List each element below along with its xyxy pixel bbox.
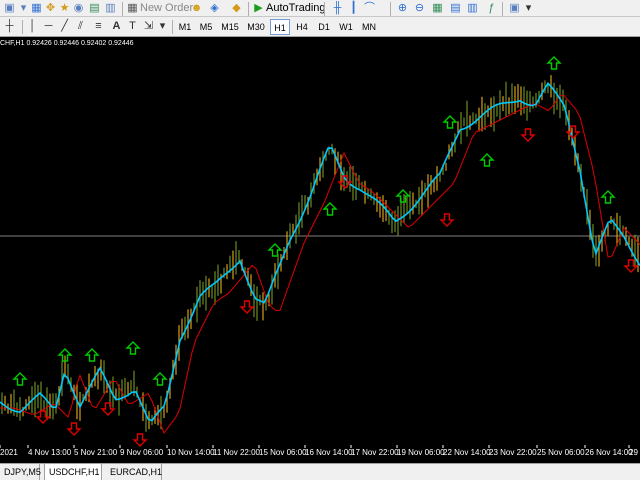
slow-moving-average-line: [0, 94, 640, 435]
toolbar-separator: [172, 20, 173, 34]
profiles-icon[interactable]: ▦: [30, 2, 43, 15]
tf-w1[interactable]: W1: [336, 19, 356, 35]
time-axis-label: 25 Nov 06:00: [537, 448, 585, 457]
chart-shift-icon[interactable]: ▤: [449, 2, 462, 15]
bar-chart-icon[interactable]: ╫: [331, 2, 344, 15]
chart-tab-active[interactable]: USDCHF,H1: [44, 464, 102, 480]
drawing-toolbar: ┼ │ ─ ╱ ⫽ ≡ A T ⇲ ▾ M1 M5 M15 M30 H1 H4 …: [0, 17, 640, 37]
time-axis-label: 11 Nov 22:00: [213, 448, 261, 457]
crosshair-tool-icon[interactable]: ┼: [3, 20, 16, 33]
toolbar-separator: [324, 2, 325, 16]
horizontal-line-icon[interactable]: ─: [42, 20, 55, 33]
tf-m5[interactable]: M5: [196, 19, 216, 35]
autoscroll-icon[interactable]: ▥: [466, 2, 479, 15]
vertical-line-icon[interactable]: │: [26, 20, 39, 33]
buy-signal-arrow-icon: [267, 243, 283, 257]
tf-m30[interactable]: M30: [244, 19, 268, 35]
editor-icon[interactable]: ◈: [208, 2, 221, 15]
toolbar-separator: [122, 2, 123, 16]
buy-signal-arrow-icon: [479, 153, 495, 167]
buy-signal-arrow-icon: [600, 190, 616, 204]
toolbar-separator: [22, 20, 23, 34]
time-axis-label: 9 Nov 06:00: [120, 448, 164, 457]
star-icon[interactable]: ★: [58, 2, 71, 15]
symbol-ohlc-readout: CHF,H1 0.92426 0.92446 0.92402 0.92446: [0, 40, 134, 47]
fast-moving-average-line: [0, 81, 640, 422]
chart-tab[interactable]: DJPY,M5: [0, 464, 41, 480]
price-chart[interactable]: 2021 4 Nov 13:00 5 Nov 21:00 9 Nov 06:00 10 …: [0, 37, 640, 463]
main-toolbar: ▣ ▾ ▦ ✥ ★ ◉ ▤ ▥ ▦ New Order ☻ ◈ ◆ ▶ Auto…: [0, 0, 640, 17]
zoom-in-icon[interactable]: ⊕: [396, 2, 409, 15]
market-watch-icon[interactable]: ▤: [88, 2, 101, 15]
time-axis-label: 17 Nov 22:00: [351, 448, 399, 457]
buy-signal-arrow-icon: [322, 202, 338, 216]
tile-windows-icon[interactable]: ▦: [431, 2, 444, 15]
buy-signal-arrow-icon: [152, 372, 168, 386]
time-axis-label: 22 Nov 14:00: [443, 448, 491, 457]
indicators-icon[interactable]: ƒ: [485, 2, 498, 15]
sell-signal-arrow-icon: [66, 422, 82, 436]
toolbar-separator: [248, 2, 249, 16]
candlestick-icon[interactable]: ┃: [347, 2, 360, 15]
arrows-dropdown-icon[interactable]: ▾: [156, 20, 169, 33]
tf-h4[interactable]: H4: [292, 19, 312, 35]
chart-tabs-bar: DJPY,M5 USDCHF,H1 EURCAD,H1: [0, 463, 640, 480]
sell-signal-arrow-icon: [132, 433, 148, 447]
expert-advisors-icon[interactable]: ☻: [190, 2, 203, 15]
buy-signal-arrow-icon: [442, 115, 458, 129]
time-axis-label: 10 Nov 14:00: [167, 448, 215, 457]
sell-signal-arrow-icon: [239, 300, 255, 314]
text-tool-icon[interactable]: A: [110, 20, 123, 33]
tf-m15[interactable]: M15: [218, 19, 242, 35]
time-axis-label: 29: [629, 448, 638, 457]
toolbar-separator: [390, 2, 391, 16]
time-axis-label: 5 Nov 21:00: [74, 448, 118, 457]
sell-signal-arrow-icon: [439, 213, 455, 227]
trendline-icon[interactable]: ╱: [58, 20, 71, 33]
time-axis-label: 15 Nov 06:00: [259, 448, 307, 457]
autotrading-icon[interactable]: ▶: [252, 2, 265, 15]
chart-tab[interactable]: EURCAD,H1: [106, 464, 162, 480]
arrows-tool-icon[interactable]: ⇲: [142, 20, 155, 33]
channel-icon[interactable]: ⫽: [74, 20, 87, 33]
chart-window-icon[interactable]: ▣: [3, 2, 16, 15]
zoom-out-icon[interactable]: ⊖: [413, 2, 426, 15]
crosshair-icon[interactable]: ✥: [44, 2, 57, 15]
label-tool-icon[interactable]: T: [126, 20, 139, 33]
autotrading-button[interactable]: AutoTrading: [266, 1, 326, 16]
tf-h1[interactable]: H1: [270, 19, 290, 35]
new-order-icon[interactable]: ▦: [126, 2, 139, 15]
new-order-button[interactable]: New Order: [140, 1, 193, 16]
dropdown-arrow-icon[interactable]: ▾: [17, 2, 30, 15]
buy-signal-arrow-icon: [546, 56, 562, 70]
zoom-icon[interactable]: ◉: [72, 2, 85, 15]
tf-m1[interactable]: M1: [176, 19, 194, 35]
navigator-icon[interactable]: ▥: [104, 2, 117, 15]
buy-signal-arrow-icon: [84, 348, 100, 362]
buy-signal-arrow-icon: [125, 341, 141, 355]
time-axis-label: 4 Nov 13:00: [28, 448, 72, 457]
fibonacci-icon[interactable]: ≡: [92, 20, 105, 33]
time-axis-label: 2021: [0, 448, 18, 457]
options-icon[interactable]: ◆: [230, 2, 243, 15]
tf-mn[interactable]: MN: [358, 19, 380, 35]
sell-signal-arrow-icon: [100, 402, 116, 416]
time-axis-label: 23 Nov 22:00: [489, 448, 537, 457]
sell-signal-arrow-icon: [520, 128, 536, 142]
chart-canvas[interactable]: 2021 4 Nov 13:00 5 Nov 21:00 9 Nov 06:00 10 …: [0, 37, 640, 463]
buy-signal-arrow-icon: [12, 372, 28, 386]
tf-d1[interactable]: D1: [314, 19, 334, 35]
templates-dropdown-icon[interactable]: ▾: [522, 2, 535, 15]
time-axis-label: 19 Nov 06:00: [397, 448, 445, 457]
toolbar-separator: [502, 2, 503, 16]
templates-icon[interactable]: ▣: [508, 2, 521, 15]
time-axis-label: 16 Nov 14:00: [305, 448, 353, 457]
time-axis-label: 26 Nov 14:00: [585, 448, 633, 457]
line-chart-icon[interactable]: ⌒: [363, 2, 376, 15]
